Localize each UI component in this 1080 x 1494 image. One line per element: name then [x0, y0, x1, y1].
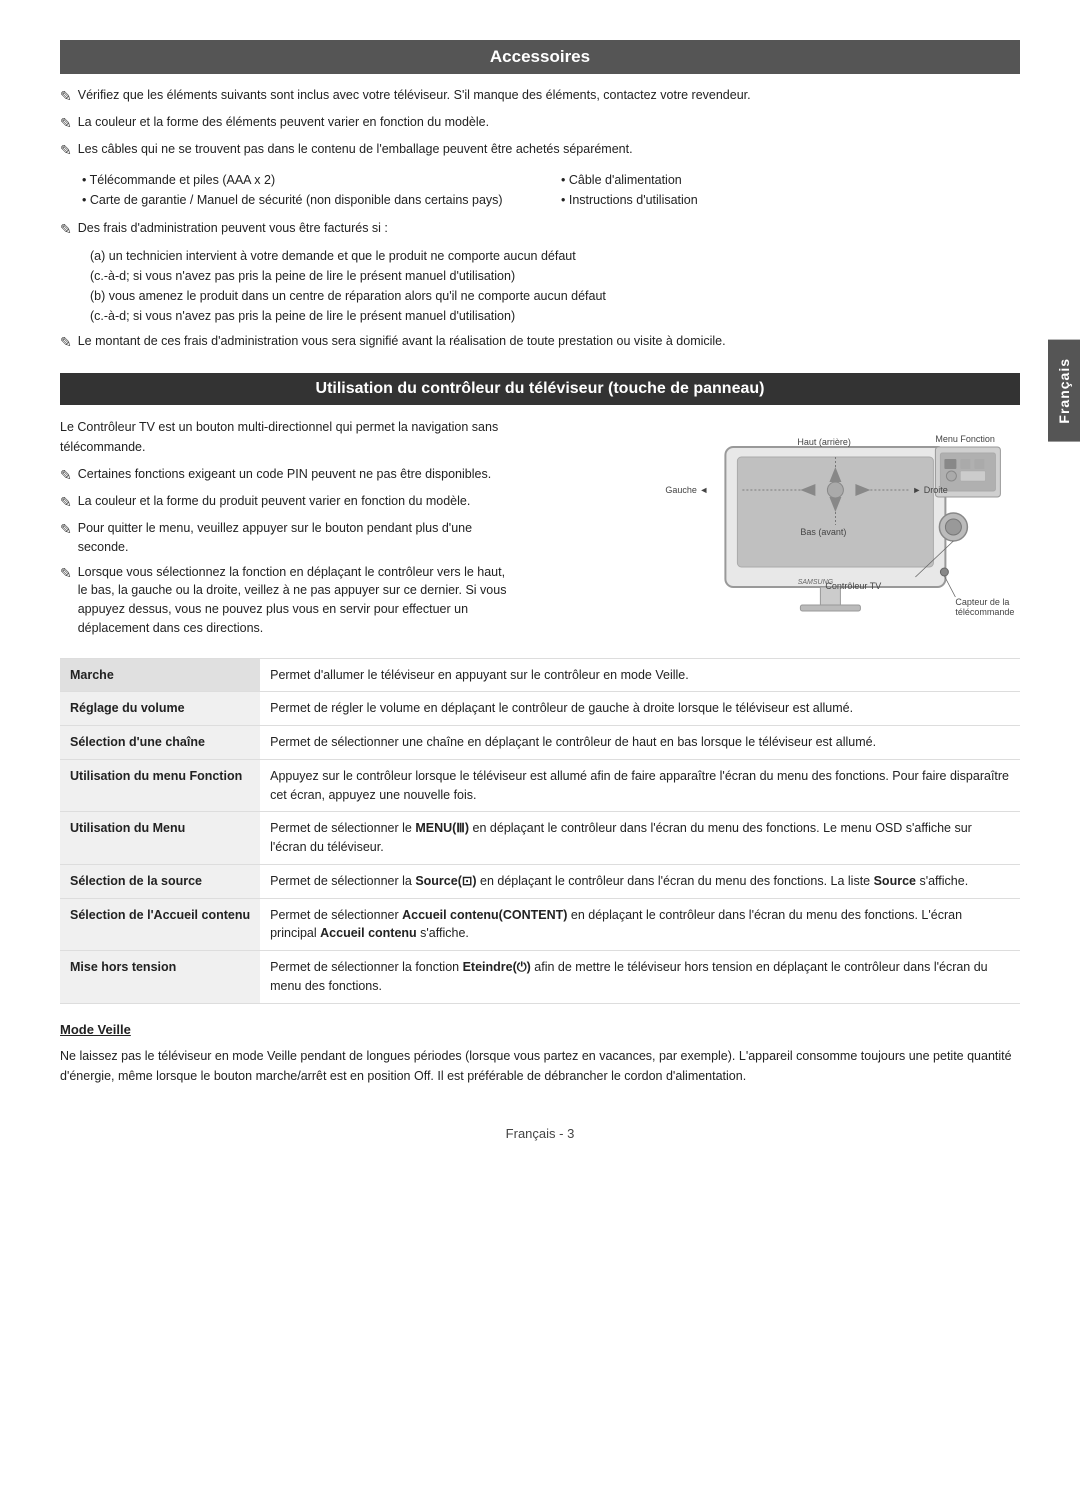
tv-svg: SAMSUNG — [531, 417, 1020, 637]
feature-label-menu: Utilisation du Menu — [60, 812, 260, 865]
table-row-volume: Réglage du volume Permet de régler le vo… — [60, 692, 1020, 726]
feature-label-accueil: Sélection de l'Accueil contenu — [60, 898, 260, 951]
feature-label-mise-hors-tension: Mise hors tension — [60, 951, 260, 1004]
admin-item-2: (c.-à-d; si vous n'avez pas pris la pein… — [90, 266, 1020, 286]
accessoires-header: Accessoires — [60, 40, 1020, 74]
ctrl-note-text-2: La couleur et la forme du produit peuven… — [78, 492, 471, 511]
feature-label-source: Sélection de la source — [60, 864, 260, 898]
note-icon-2: ✎ — [60, 113, 72, 134]
admin-note-line: ✎ Des frais d'administration peuvent vou… — [60, 219, 1020, 240]
mode-veille-text: Ne laissez pas le téléviseur en mode Vei… — [60, 1046, 1020, 1086]
admin-note-text: Des frais d'administration peuvent vous … — [78, 219, 388, 238]
controller-intro: Le Contrôleur TV est un bouton multi-dir… — [60, 417, 511, 457]
ctrl-note-1: ✎ Certaines fonctions exigeant un code P… — [60, 465, 511, 486]
montant-note-line: ✎ Le montant de ces frais d'administrati… — [60, 332, 1020, 353]
note-text-1: Vérifiez que les éléments suivants sont … — [78, 86, 751, 105]
accueil-principal-bold: Accueil contenu — [320, 926, 417, 940]
feature-table: Marche Permet d'allumer le téléviseur en… — [60, 658, 1020, 1004]
svg-text:Gauche ◄: Gauche ◄ — [666, 485, 709, 495]
table-row-marche: Marche Permet d'allumer le téléviseur en… — [60, 658, 1020, 692]
svg-text:Bas (avant): Bas (avant) — [801, 527, 847, 537]
svg-text:Capteur de la: Capteur de la — [956, 597, 1010, 607]
ctrl-note-icon-2: ✎ — [60, 492, 72, 513]
feature-desc-menu: Permet de sélectionner le MENU(Ⅲ) en dép… — [260, 812, 1020, 865]
feature-desc-menu-fonction: Appuyez sur le contrôleur lorsque le tél… — [260, 759, 1020, 812]
ctrl-note-text-3: Pour quitter le menu, veuillez appuyer s… — [78, 519, 511, 557]
feature-label-volume: Réglage du volume — [60, 692, 260, 726]
table-row-menu: Utilisation du Menu Permet de sélectionn… — [60, 812, 1020, 865]
ctrl-note-3: ✎ Pour quitter le menu, veuillez appuyer… — [60, 519, 511, 557]
feature-desc-mise-hors-tension: Permet de sélectionner la fonction Etein… — [260, 951, 1020, 1004]
bullet-item-3: Câble d'alimentation — [561, 171, 1038, 189]
source-bold: Source(⊡) — [415, 874, 476, 888]
feature-label-marche: Marche — [60, 658, 260, 692]
montant-note-text: Le montant de ces frais d'administration… — [78, 332, 726, 351]
note-text-2: La couleur et la forme des éléments peuv… — [78, 113, 489, 132]
note-line-2: ✎ La couleur et la forme des éléments pe… — [60, 113, 1020, 134]
side-tab: Français — [1048, 340, 1080, 442]
note-icon-1: ✎ — [60, 86, 72, 107]
feature-label-chaine: Sélection d'une chaîne — [60, 726, 260, 760]
table-row-chaine: Sélection d'une chaîne Permet de sélecti… — [60, 726, 1020, 760]
table-row-mise-hors-tension: Mise hors tension Permet de sélectionner… — [60, 951, 1020, 1004]
svg-text:télécommande: télécommande — [956, 607, 1015, 617]
controller-left-text: Le Contrôleur TV est un bouton multi-dir… — [60, 417, 511, 644]
feature-desc-accueil: Permet de sélectionner Accueil contenu(C… — [260, 898, 1020, 951]
note-text-3: Les câbles qui ne se trouvent pas dans l… — [78, 140, 633, 159]
page-footer: Français - 3 — [60, 1126, 1020, 1141]
bullet-item-4: Instructions d'utilisation — [561, 191, 1038, 209]
admin-items: (a) un technicien intervient à votre dem… — [90, 246, 1020, 326]
bullet-item-2: Carte de garantie / Manuel de sécurité (… — [82, 191, 559, 209]
feature-desc-source: Permet de sélectionner la Source(⊡) en d… — [260, 864, 1020, 898]
ctrl-note-2: ✎ La couleur et la forme du produit peuv… — [60, 492, 511, 513]
controller-header: Utilisation du contrôleur du téléviseur … — [60, 373, 1020, 405]
ctrl-note-icon-4: ✎ — [60, 563, 72, 584]
feature-desc-marche: Permet d'allumer le téléviseur en appuya… — [260, 658, 1020, 692]
svg-text:Contrôleur TV: Contrôleur TV — [826, 581, 882, 591]
ctrl-note-text-1: Certaines fonctions exigeant un code PIN… — [78, 465, 491, 484]
table-row-source: Sélection de la source Permet de sélecti… — [60, 864, 1020, 898]
note-icon-3: ✎ — [60, 140, 72, 161]
accessoires-section: Accessoires ✎ Vérifiez que les éléments … — [60, 40, 1020, 353]
accessories-bullet-table: Télécommande et piles (AAA x 2) Câble d'… — [80, 169, 1040, 211]
tv-illustration-area: SAMSUNG — [531, 417, 1020, 637]
feature-desc-chaine: Permet de sélectionner une chaîne en dép… — [260, 726, 1020, 760]
mode-veille-section: Mode Veille Ne laissez pas le téléviseur… — [60, 1020, 1020, 1087]
svg-text:Haut (arrière): Haut (arrière) — [798, 437, 852, 447]
feature-desc-volume: Permet de régler le volume en déplaçant … — [260, 692, 1020, 726]
ctrl-note-4: ✎ Lorsque vous sélectionnez la fonction … — [60, 563, 511, 638]
ctrl-note-text-4: Lorsque vous sélectionnez la fonction en… — [78, 563, 511, 638]
admin-item-4: (c.-à-d; si vous n'avez pas pris la pein… — [90, 306, 1020, 326]
eteindre-bold: Eteindre(⏻) — [463, 960, 531, 974]
menu-bold: MENU(Ⅲ) — [415, 821, 469, 835]
ctrl-note-icon-1: ✎ — [60, 465, 72, 486]
controller-layout: Le Contrôleur TV est un bouton multi-dir… — [60, 417, 1020, 644]
admin-note-icon: ✎ — [60, 219, 72, 240]
note-line-3: ✎ Les câbles qui ne se trouvent pas dans… — [60, 140, 1020, 161]
accueil-bold: Accueil contenu(CONTENT) — [402, 908, 567, 922]
table-row-menu-fonction: Utilisation du menu Fonction Appuyez sur… — [60, 759, 1020, 812]
svg-text:Menu Fonction: Menu Fonction — [936, 434, 996, 444]
montant-note-icon: ✎ — [60, 332, 72, 353]
note-line-1: ✎ Vérifiez que les éléments suivants son… — [60, 86, 1020, 107]
mode-veille-title: Mode Veille — [60, 1020, 1020, 1041]
ctrl-note-icon-3: ✎ — [60, 519, 72, 540]
source-list-bold: Source — [874, 874, 916, 888]
feature-label-menu-fonction: Utilisation du menu Fonction — [60, 759, 260, 812]
svg-text:► Droite: ► Droite — [913, 485, 948, 495]
admin-item-1: (a) un technicien intervient à votre dem… — [90, 246, 1020, 266]
bullet-item-1: Télécommande et piles (AAA x 2) — [82, 171, 559, 189]
admin-item-3: (b) vous amenez le produit dans un centr… — [90, 286, 1020, 306]
table-row-accueil: Sélection de l'Accueil contenu Permet de… — [60, 898, 1020, 951]
page-container: Français Accessoires ✎ Vérifiez que les … — [0, 0, 1080, 1494]
controller-section: Utilisation du contrôleur du téléviseur … — [60, 373, 1020, 1086]
